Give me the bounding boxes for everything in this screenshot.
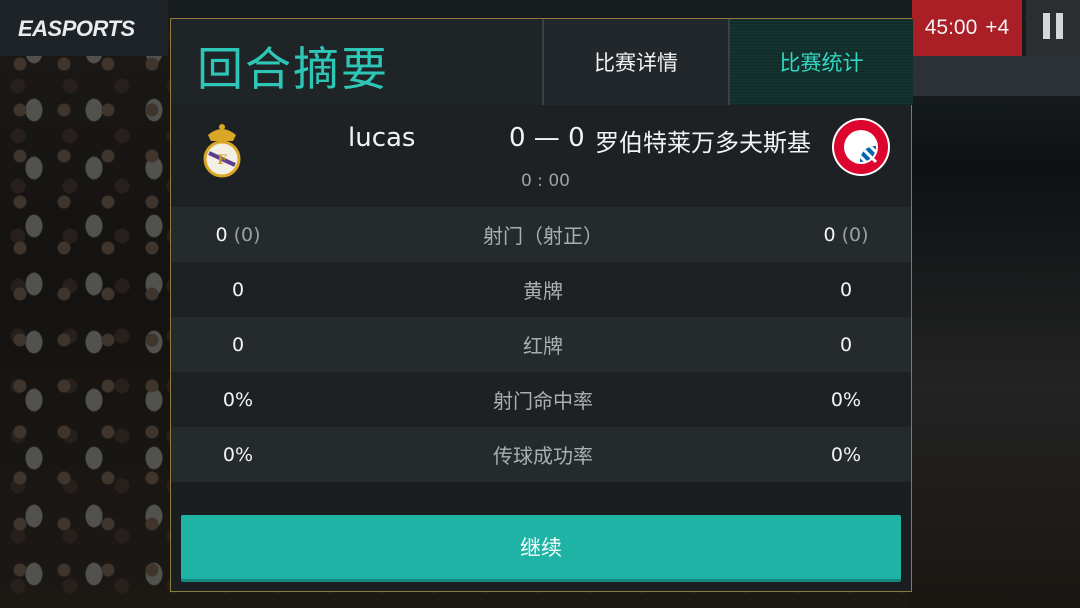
dialog-title: 回合摘要 bbox=[197, 42, 389, 96]
stat-home-value: 0 bbox=[231, 278, 245, 301]
match-summary-dialog: 回合摘要 比赛详情 比赛统计 F lucas 0 — 0 罗伯特莱万多夫斯基 0… bbox=[170, 18, 913, 592]
match-time: 0 : 00 bbox=[521, 171, 570, 191]
stat-row-shot-accuracy: 0% 射门命中率 0% bbox=[171, 372, 911, 427]
stat-row-pass-accuracy: 0% 传球成功率 0% bbox=[171, 427, 911, 482]
svg-text:F: F bbox=[217, 153, 227, 168]
tab-match-details[interactable]: 比赛详情 bbox=[542, 19, 728, 105]
stat-label: 黄牌 bbox=[523, 279, 563, 303]
pause-button[interactable] bbox=[1026, 0, 1080, 56]
stat-away-value: 0 bbox=[839, 278, 853, 301]
stat-away-value: 0% bbox=[830, 388, 862, 411]
hud-top-bar bbox=[170, 0, 912, 20]
stat-home-value: 0 (0) bbox=[215, 223, 261, 246]
stat-label: 射门（射正） bbox=[483, 224, 603, 248]
pause-icon bbox=[1040, 13, 1066, 43]
stat-home-value: 0% bbox=[222, 443, 254, 466]
real-madrid-crest-icon: F bbox=[203, 124, 241, 178]
stat-label: 红牌 bbox=[523, 334, 563, 358]
stat-home-value: 0 bbox=[231, 333, 245, 356]
clock-time: 45:00 bbox=[924, 16, 978, 39]
stat-label: 射门命中率 bbox=[493, 389, 593, 413]
ea-sports-logo: EASPORTS bbox=[18, 16, 135, 41]
pitch-background bbox=[910, 56, 1080, 608]
stat-away-value: 0 bbox=[839, 333, 853, 356]
away-team-name: 罗伯特莱万多夫斯基 bbox=[595, 129, 811, 157]
tab-match-stats[interactable]: 比赛统计 bbox=[728, 19, 913, 105]
bayern-munich-crest-icon bbox=[832, 118, 890, 176]
score-row: F lucas 0 — 0 罗伯特莱万多夫斯基 0 : 00 bbox=[171, 105, 911, 207]
stat-home-value: 0% bbox=[222, 388, 254, 411]
home-team-name: lucas bbox=[348, 123, 416, 153]
continue-button[interactable]: 继续 bbox=[181, 515, 901, 579]
stat-row-red-cards: 0 红牌 0 bbox=[171, 317, 911, 372]
stats-table: 0 (0) 射门（射正） 0 (0) 0 黄牌 0 0 红牌 0 0% 射门命中… bbox=[171, 207, 911, 482]
stat-away-value: 0% bbox=[830, 443, 862, 466]
dialog-header: 回合摘要 比赛详情 比赛统计 bbox=[171, 19, 913, 105]
clock-added-time: +4 bbox=[985, 16, 1010, 39]
stat-row-shots: 0 (0) 射门（射正） 0 (0) bbox=[171, 207, 911, 262]
match-clock: 45:00 +4 bbox=[912, 0, 1022, 56]
stat-away-value: 0 (0) bbox=[823, 223, 869, 246]
stat-row-yellow-cards: 0 黄牌 0 bbox=[171, 262, 911, 317]
match-score: 0 — 0 bbox=[509, 123, 585, 153]
stat-label: 传球成功率 bbox=[493, 444, 593, 468]
